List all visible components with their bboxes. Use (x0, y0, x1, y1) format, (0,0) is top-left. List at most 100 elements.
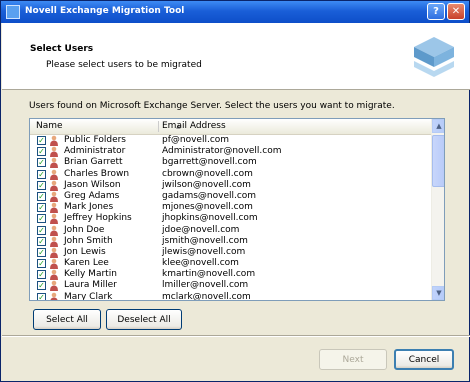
user-icon (50, 214, 58, 225)
user-icon (50, 247, 58, 258)
user-email: mclark@novell.com (162, 291, 251, 301)
user-icon (50, 236, 58, 247)
user-name: John Smith (64, 235, 113, 246)
user-name: Jeffrey Hopkins (64, 213, 132, 224)
user-icon (50, 269, 58, 281)
window-title: Novell Exchange Migration Tool (25, 6, 185, 16)
user-checkbox[interactable]: ✓ (37, 292, 46, 300)
cancel-button[interactable]: Cancel (394, 349, 454, 370)
user-email: jsmith@novell.com (162, 235, 248, 246)
user-icon (50, 225, 58, 236)
user-name: Mark Jones (64, 202, 114, 213)
user-name: Public Folders (64, 135, 126, 145)
select-all-button[interactable]: Select All (33, 309, 101, 330)
user-icon (50, 169, 58, 180)
user-name: Jon Lewis (64, 246, 106, 257)
wizard-logo-icon (414, 37, 454, 77)
user-email: cbrown@novell.com (162, 168, 253, 179)
user-row[interactable]: ✓ Mark Jones mjones@novell.com (30, 202, 431, 214)
user-email: kmartin@novell.com (162, 269, 256, 280)
user-row[interactable]: ✓ Charles Brown cbrown@novell.com (30, 169, 431, 180)
user-row[interactable]: ✓ Jason Wilson jwilson@novell.com (30, 180, 431, 191)
next-button[interactable]: Next (319, 349, 387, 370)
user-name: Jason Wilson (64, 179, 121, 190)
user-row[interactable]: ✓ Kelly Martin kmartin@novell.com (30, 269, 431, 281)
user-icon (50, 158, 58, 169)
scroll-down-icon[interactable]: ▼ (432, 286, 444, 300)
user-row[interactable]: ✓ Greg Adams gadams@novell.com (30, 191, 431, 202)
page-title: Select Users (30, 44, 94, 54)
user-email: jhopkins@novell.com (162, 213, 258, 224)
user-email: klee@novell.com (162, 258, 239, 269)
user-icon (50, 292, 58, 300)
user-email: mjones@novell.com (162, 202, 253, 213)
user-icon (50, 258, 58, 270)
user-name: John Doe (64, 224, 105, 235)
user-checkbox[interactable]: ✓ (37, 281, 46, 291)
user-row[interactable]: ✓ Public Folders pf@novell.com (30, 135, 431, 146)
user-email: jlewis@novell.com (162, 246, 246, 257)
user-email: bgarrett@novell.com (162, 157, 257, 168)
user-name: Laura Miller (64, 280, 117, 291)
app-icon (6, 5, 20, 19)
user-checkbox[interactable]: ✓ (37, 236, 46, 246)
user-email: gadams@novell.com (162, 190, 257, 201)
help-button[interactable]: ? (427, 3, 445, 20)
user-checkbox[interactable]: ✓ (37, 247, 46, 257)
user-row[interactable]: ✓ Jon Lewis jlewis@novell.com (30, 247, 431, 258)
scroll-up-icon[interactable]: ▲ (432, 119, 444, 133)
user-name: Kelly Martin (64, 269, 117, 280)
user-name: Charles Brown (64, 168, 130, 179)
user-icon (50, 191, 58, 202)
user-icon (50, 202, 58, 214)
user-email: Administrator@novell.com (162, 146, 282, 157)
user-email: jwilson@novell.com (162, 179, 251, 190)
page-subtitle: Please select users to be migrated (46, 60, 202, 70)
title-bar[interactable]: Novell Exchange Migration Tool ? ✕ (1, 1, 469, 23)
user-row[interactable]: ✓ Mary Clark mclark@novell.com (30, 291, 431, 301)
column-header-email[interactable]: Email Address (162, 121, 226, 131)
user-name: Brian Garrett (64, 157, 123, 168)
user-checkbox[interactable]: ✓ (37, 169, 46, 179)
user-icon (50, 146, 58, 158)
list-header: Name ▲ Email Address (30, 119, 431, 135)
user-checkbox[interactable]: ✓ (37, 136, 46, 145)
user-name: Administrator (64, 146, 126, 157)
user-email: lmiller@novell.com (162, 280, 249, 291)
user-checkbox[interactable]: ✓ (37, 191, 46, 201)
instruction-text: Users found on Microsoft Exchange Server… (29, 101, 395, 111)
close-button[interactable]: ✕ (447, 3, 465, 20)
column-divider[interactable] (158, 121, 159, 132)
user-checkbox[interactable]: ✓ (37, 203, 46, 213)
user-name: Karen Lee (64, 258, 109, 269)
column-header-name[interactable]: Name (36, 121, 63, 131)
user-email: pf@novell.com (162, 135, 230, 145)
migration-dialog: Novell Exchange Migration Tool ? ✕ Selec… (0, 0, 470, 382)
vertical-scrollbar[interactable]: ▲ ▼ (431, 119, 444, 300)
user-row[interactable]: ✓ Brian Garrett bgarrett@novell.com (30, 157, 431, 169)
wizard-header: Select Users Please select users to be m… (2, 23, 470, 90)
user-checkbox[interactable]: ✓ (37, 147, 46, 157)
scroll-thumb[interactable] (432, 135, 444, 187)
footer-divider (2, 335, 470, 337)
user-icon (50, 180, 58, 191)
user-checkbox[interactable]: ✓ (37, 225, 46, 235)
user-row[interactable]: ✓ Jeffrey Hopkins jhopkins@novell.com (30, 213, 431, 225)
user-rows: ✓ Public Folders pf@novell.com ✓ Administrat… (30, 135, 431, 301)
user-row[interactable]: ✓ John Doe jdoe@novell.com (30, 225, 431, 236)
user-row[interactable]: ✓ John Smith jsmith@novell.com (30, 236, 431, 247)
user-checkbox[interactable]: ✓ (37, 214, 46, 224)
user-row[interactable]: ✓ Karen Lee klee@novell.com (30, 258, 431, 270)
user-checkbox[interactable]: ✓ (37, 158, 46, 168)
user-icon (50, 281, 58, 292)
user-name: Greg Adams (64, 190, 120, 201)
user-list[interactable]: Name ▲ Email Address ✓ Public Folders pf@n… (29, 118, 445, 301)
user-email: jdoe@novell.com (162, 224, 240, 235)
user-icon (50, 135, 58, 146)
user-checkbox[interactable]: ✓ (37, 180, 46, 190)
user-checkbox[interactable]: ✓ (37, 259, 46, 269)
user-row[interactable]: ✓ Administrator Administrator@novell.com (30, 146, 431, 158)
deselect-all-button[interactable]: Deselect All (106, 309, 182, 330)
user-row[interactable]: ✓ Laura Miller lmiller@novell.com (30, 280, 431, 292)
user-checkbox[interactable]: ✓ (37, 270, 46, 280)
